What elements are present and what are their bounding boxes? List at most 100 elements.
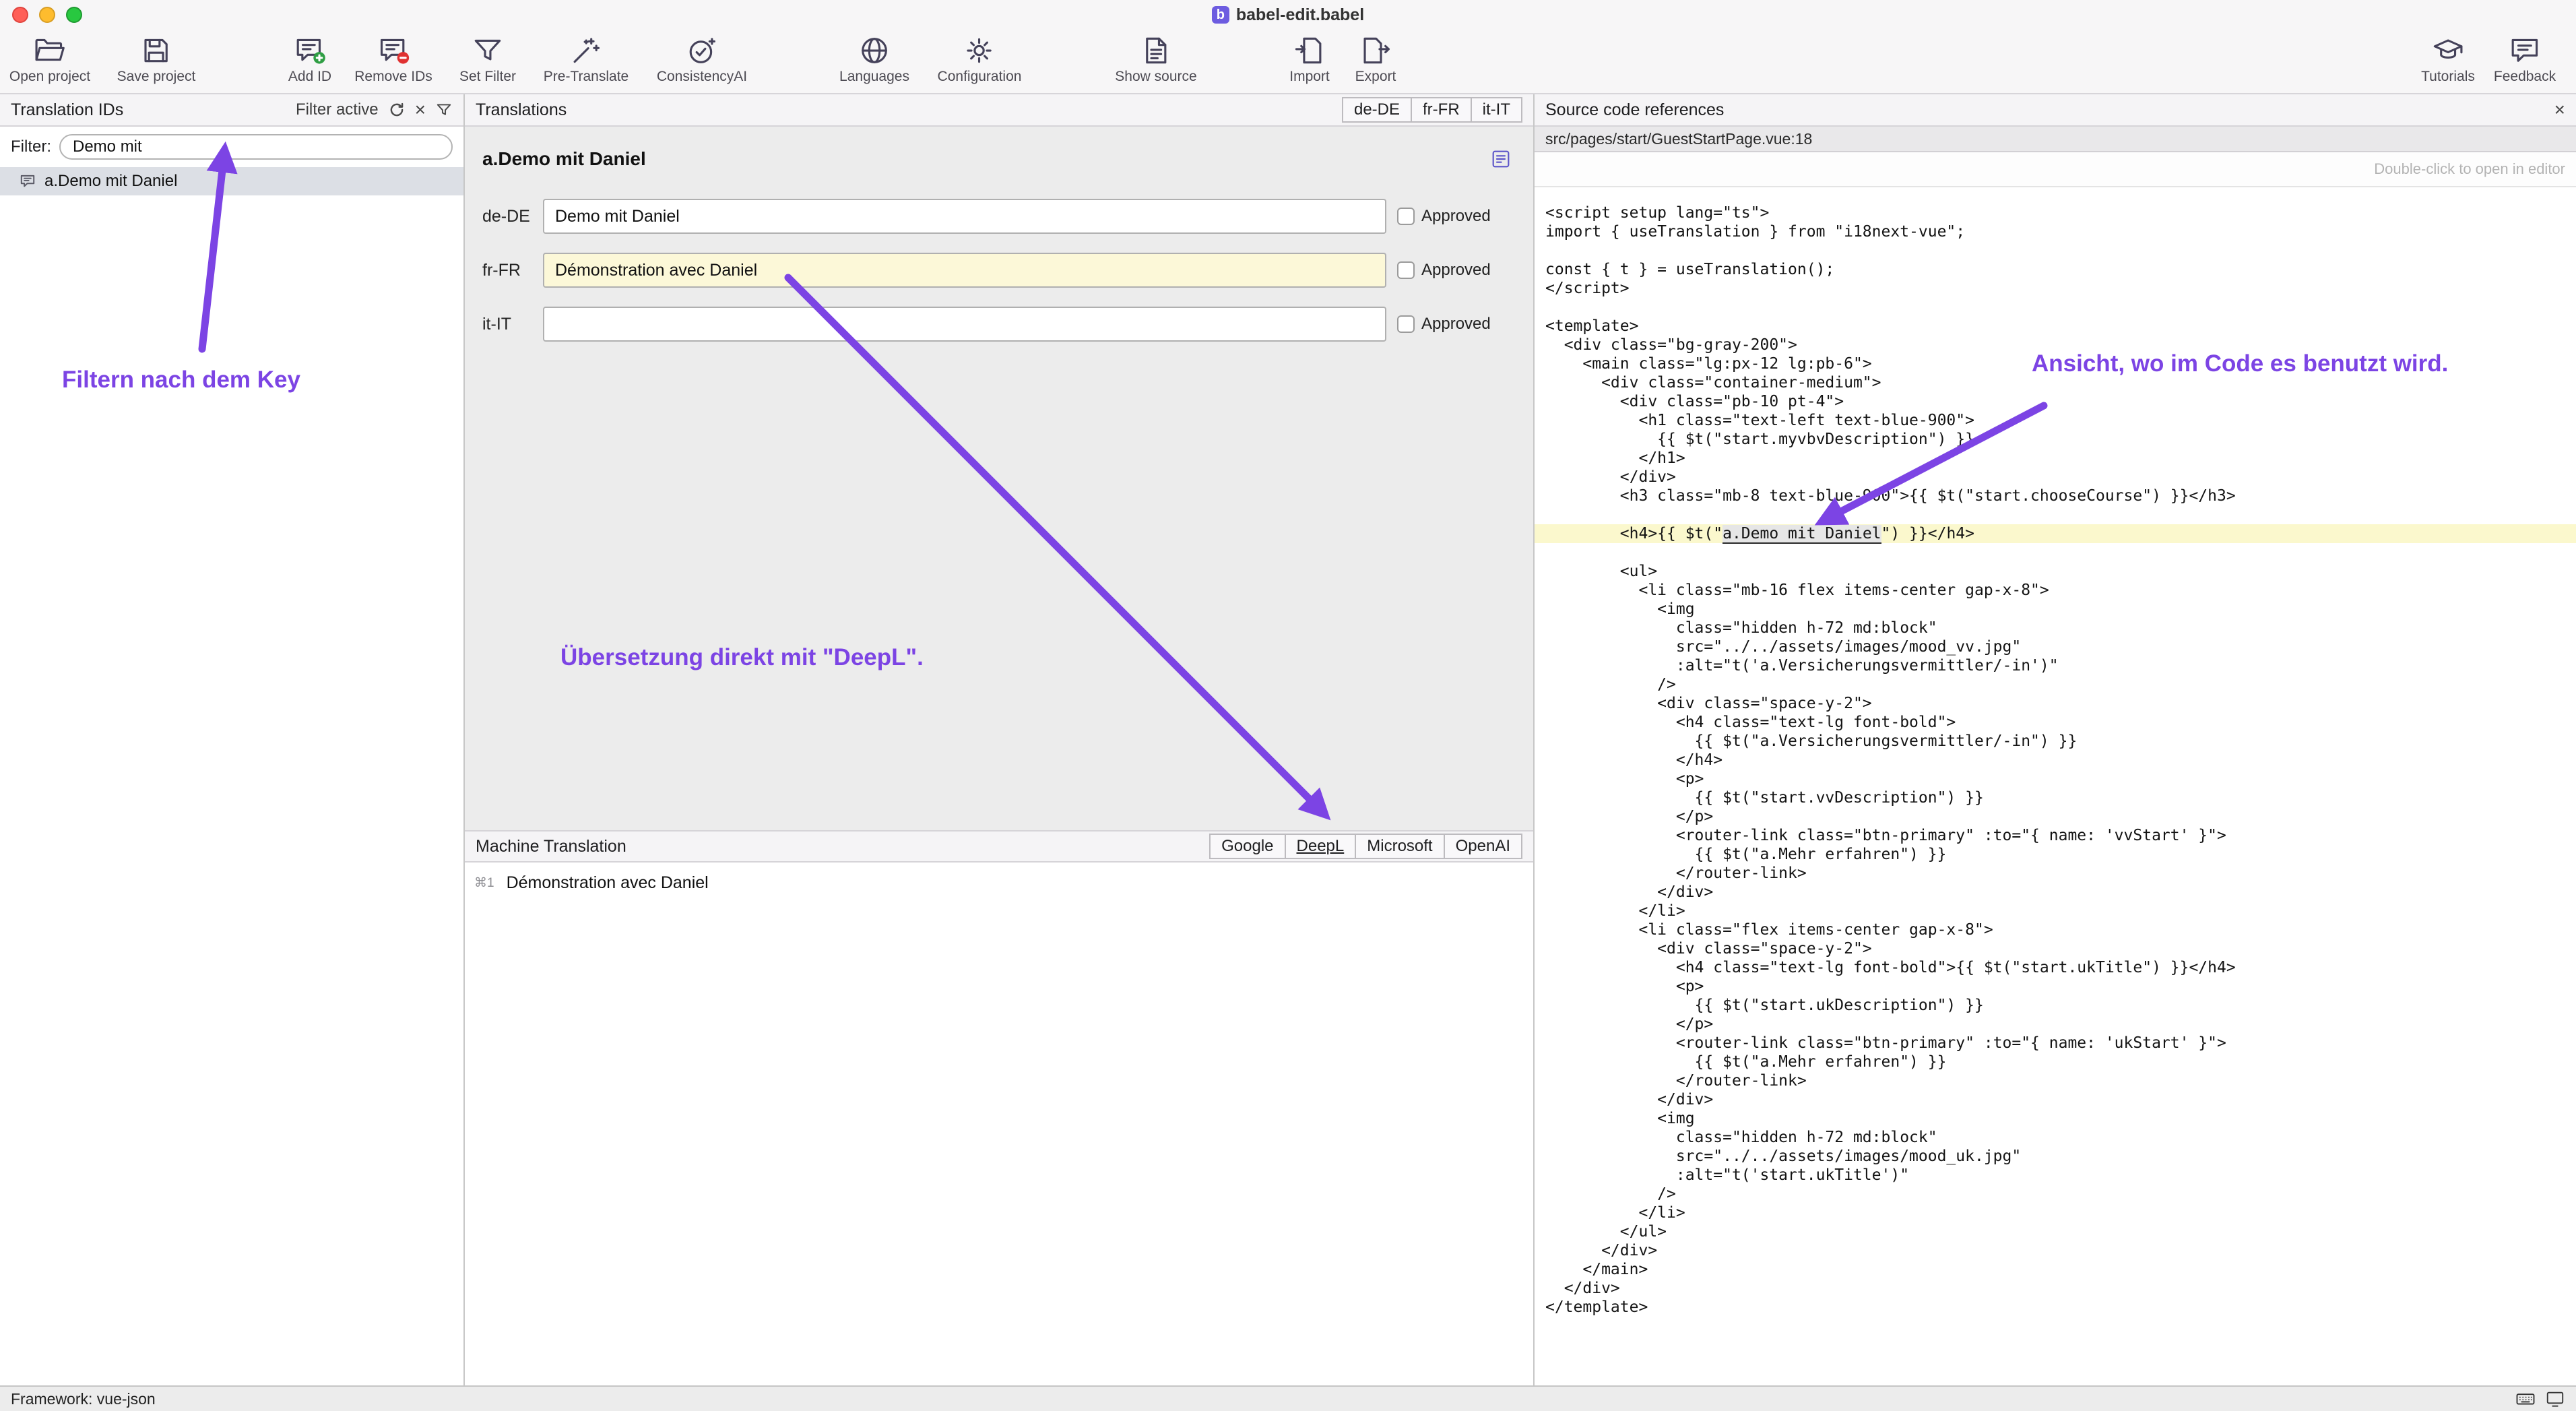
code-line: src="../../assets/images/mood_uk.jpg" [1535,1147,2576,1166]
code-line: <router-link class="btn-primary" :to="{ … [1535,826,2576,845]
traffic-lights [12,7,82,23]
toolbar-show-source[interactable]: Show source [1115,34,1196,85]
code-line: </h1> [1535,449,2576,468]
code-line: {{ $t("a.Versicherungsvermittler/-in") }… [1535,732,2576,751]
editor-hint-row: Double-click to open in editor [1535,152,2576,187]
toolbar-languages[interactable]: Languages [839,34,909,85]
window-title: b babel-edit.babel [1212,5,1364,25]
toolbar-label: Languages [839,69,909,85]
machine-translation-header: Machine Translation Google DeepL Microso… [465,830,1533,863]
toolbar-import[interactable]: Import [1289,34,1330,85]
entry-key: a.Demo mit Daniel [482,146,646,173]
code-line: <router-link class="btn-primary" :to="{ … [1535,1034,2576,1053]
mt-providers: Google DeepL Microsoft OpenAI [1209,834,1522,859]
mt-suggestion[interactable]: ⌘1 Démonstration avec Daniel [465,873,1533,893]
app-icon: b [1212,6,1229,24]
code-line: </h4> [1535,751,2576,770]
toolbar-configuration[interactable]: Configuration [938,34,1022,85]
folder-open-icon [33,34,67,67]
titlebar: b babel-edit.babel [0,0,2576,30]
code-line: /> [1535,675,2576,694]
language-tab-it-it[interactable]: it-IT [1471,97,1522,123]
code-line: src="../../assets/images/mood_vv.jpg" [1535,637,2576,656]
toolbar-pre-translate[interactable]: Pre-Translate [544,34,629,85]
approved-checkbox-it-it[interactable] [1397,315,1415,333]
language-tab-fr-fr[interactable]: fr-FR [1411,97,1471,123]
code-line: <div class="pb-10 pt-4"> [1535,392,2576,411]
code-line: <li class="flex items-center gap-x-8"> [1535,920,2576,939]
code-line: import { useTranslation } from "i18next-… [1535,222,2576,241]
translation-row-de-de: de-DE Approved [465,198,1533,234]
toolbar-feedback[interactable]: Feedback [2494,34,2556,85]
tutorials-icon [2431,34,2465,67]
provider-microsoft-button[interactable]: Microsoft [1355,834,1443,859]
approved-checkbox-de-de[interactable] [1397,208,1415,225]
display-icon[interactable] [2545,1389,2565,1409]
code-line: </router-link> [1535,1071,2576,1090]
code-line: <script setup lang="ts"> [1535,203,2576,222]
toolbar-open-project[interactable]: Open project [9,34,90,85]
provider-google-button[interactable]: Google [1209,834,1284,859]
refresh-icon[interactable] [388,101,406,119]
toolbar-save-project[interactable]: Save project [117,34,196,85]
magic-wand-icon [569,34,603,67]
toolbar-export[interactable]: Export [1355,34,1396,85]
toolbar-label: Configuration [938,69,1022,85]
language-label: de-DE [482,207,543,226]
machine-translation-title: Machine Translation [476,837,626,856]
toolbar-label: ConsistencyAI [657,69,747,85]
toolbar-remove-ids[interactable]: Remove IDs [354,34,432,85]
filter-icon [471,34,505,67]
toolbar-tutorials[interactable]: Tutorials [2421,34,2475,85]
zoom-window-button[interactable] [66,7,82,23]
code-line: <main class="lg:px-12 lg:pb-6"> [1535,354,2576,373]
clear-filter-button[interactable]: × [415,100,426,119]
highlighted-translation-key[interactable]: a.Demo mit Daniel [1722,525,1881,542]
comment-icon[interactable] [1490,148,1512,170]
code-line: <h4 class="text-lg font-bold"> [1535,713,2576,732]
toolbar-label: Add ID [288,69,331,85]
filter-input[interactable] [59,134,453,160]
language-tab-de-de[interactable]: de-DE [1342,97,1411,123]
toolbar-label: Set Filter [459,69,516,85]
translation-ids-panel: Translation IDs Filter active × Filter: … [0,94,465,1385]
translation-input-it-it[interactable] [543,307,1386,342]
translation-id-item[interactable]: a.Demo mit Daniel [0,167,463,195]
approved-control: Approved [1397,261,1516,280]
toolbar-label: Open project [9,69,90,85]
code-line: <div class="bg-gray-200"> [1535,336,2576,354]
code-line: {{ $t("start.myvbvDescription") }} [1535,430,2576,449]
save-icon [139,34,173,67]
toolbar-label: Export [1355,69,1396,85]
keyboard-icon[interactable] [2515,1389,2536,1409]
remove-ids-icon [377,34,410,67]
translation-row-it-it: it-IT Approved [465,306,1533,342]
export-icon [1359,34,1392,67]
machine-translation-results: ⌘1 Démonstration avec Daniel [465,863,1533,1385]
code-line: </div> [1535,468,2576,487]
code-line: {{ $t("start.ukDescription") }} [1535,996,2576,1015]
toolbar-consistency-ai[interactable]: ConsistencyAI [657,34,747,85]
toolbar-add-id[interactable]: Add ID [288,34,331,85]
toolbar-set-filter[interactable]: Set Filter [459,34,516,85]
close-panel-button[interactable]: × [2554,100,2565,119]
provider-deepl-button[interactable]: DeepL [1285,834,1355,859]
code-listing[interactable]: <script setup lang="ts">import { useTran… [1535,187,2576,1385]
main-area: Translation IDs Filter active × Filter: … [0,94,2576,1385]
approved-checkbox-fr-fr[interactable] [1397,261,1415,279]
mt-suggestion-text: Démonstration avec Daniel [507,873,709,893]
filter-menu-icon[interactable] [435,101,453,119]
source-reference-tab[interactable]: src/pages/start/GuestStartPage.vue:18 [1535,127,2576,152]
approved-control: Approved [1397,207,1516,226]
translation-input-fr-fr[interactable] [543,253,1386,288]
minimize-window-button[interactable] [39,7,55,23]
provider-openai-button[interactable]: OpenAI [1444,834,1522,859]
code-line: </router-link> [1535,864,2576,883]
code-line: <div class="space-y-2"> [1535,694,2576,713]
filter-row: Filter: [0,127,463,167]
window-title-text: babel-edit.babel [1236,5,1364,25]
translation-ids-header: Translation IDs Filter active × [0,94,463,127]
source-file-icon [1139,34,1173,67]
close-window-button[interactable] [12,7,28,23]
translation-input-de-de[interactable] [543,199,1386,234]
